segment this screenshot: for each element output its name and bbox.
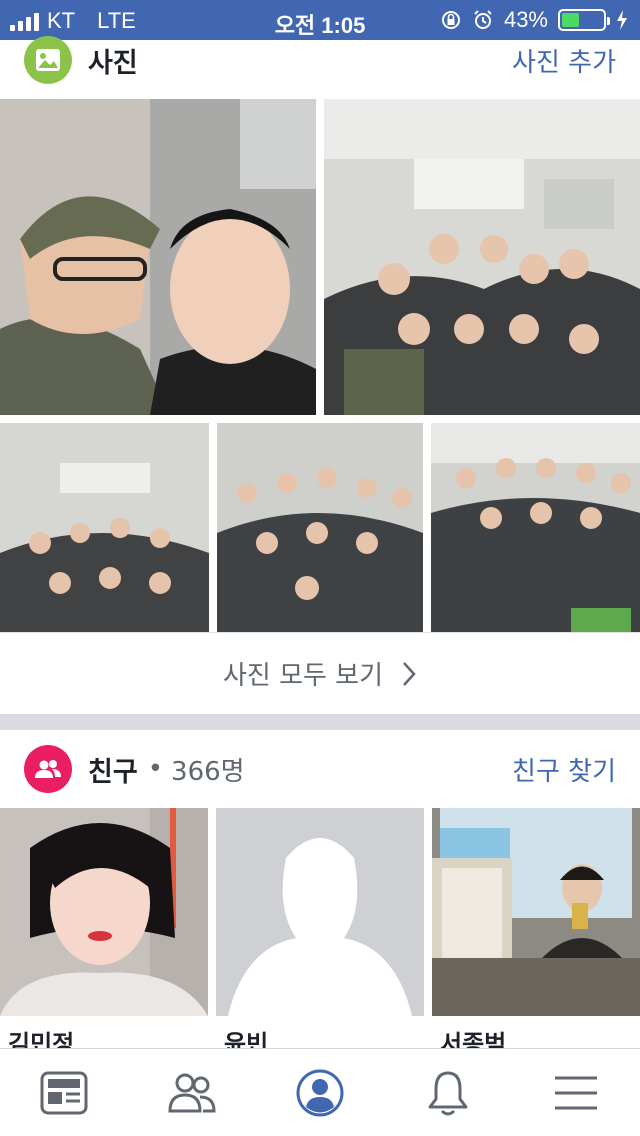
add-photo-button[interactable]: 사진 추가	[512, 42, 616, 79]
photos-title: 사진	[88, 47, 138, 79]
friend-card[interactable]: 서종범	[432, 808, 640, 1048]
friends-separator: •	[147, 754, 164, 784]
friend-photo	[0, 808, 208, 1016]
friends-count: 366명	[171, 756, 245, 787]
friend-name: 윤빈	[224, 1030, 269, 1048]
friends-icon	[168, 1073, 216, 1112]
battery-level	[562, 13, 580, 27]
friend-card[interactable]: 김민정	[0, 808, 208, 1048]
friends-title: 친구	[88, 756, 138, 788]
bottom-tab-bar	[0, 1048, 640, 1136]
photos-header: 사진 사진 추가	[0, 30, 640, 90]
alarm-icon	[474, 10, 492, 29]
rotation-lock-icon	[441, 11, 460, 29]
notifications-icon	[428, 1071, 468, 1115]
notifications-tab[interactable]	[384, 1049, 512, 1136]
photo-4[interactable]	[217, 423, 423, 632]
menu-tab[interactable]	[512, 1049, 640, 1136]
friend-card[interactable]: 윤빈	[216, 808, 424, 1048]
section-divider	[0, 714, 640, 730]
find-friends-button[interactable]: 친구 찾기	[512, 751, 616, 788]
photo-3[interactable]	[0, 423, 209, 632]
chevron-right-icon	[403, 661, 416, 686]
profile-icon	[296, 1069, 344, 1116]
friend-photo	[432, 808, 640, 1016]
friend-name: 김민정	[8, 1030, 75, 1048]
menu-icon	[555, 1076, 597, 1109]
friends-header: 친구 • 366명 친구 찾기	[0, 739, 640, 799]
photo-1[interactable]	[0, 99, 316, 415]
see-all-photos-button[interactable]: 사진 모두 보기	[0, 632, 640, 714]
see-all-photos-label: 사진 모두 보기	[222, 661, 384, 691]
profile-tab[interactable]	[256, 1049, 384, 1136]
charging-icon	[617, 10, 627, 30]
photo-icon	[24, 36, 72, 84]
friend-name: 서종범	[440, 1030, 507, 1048]
photo-5[interactable]	[431, 423, 640, 632]
profile-screen: KT LTE 오전 1:05 43% 사진 사진 추가 사진 모두 보기 친구 …	[0, 0, 640, 1136]
news-feed-icon	[40, 1071, 88, 1114]
friends-icon	[24, 745, 72, 793]
news-feed-tab[interactable]	[0, 1049, 128, 1136]
friends-tab[interactable]	[128, 1049, 256, 1136]
default-avatar-icon	[216, 808, 424, 1016]
battery-icon	[558, 9, 610, 31]
photo-2[interactable]	[324, 99, 640, 415]
